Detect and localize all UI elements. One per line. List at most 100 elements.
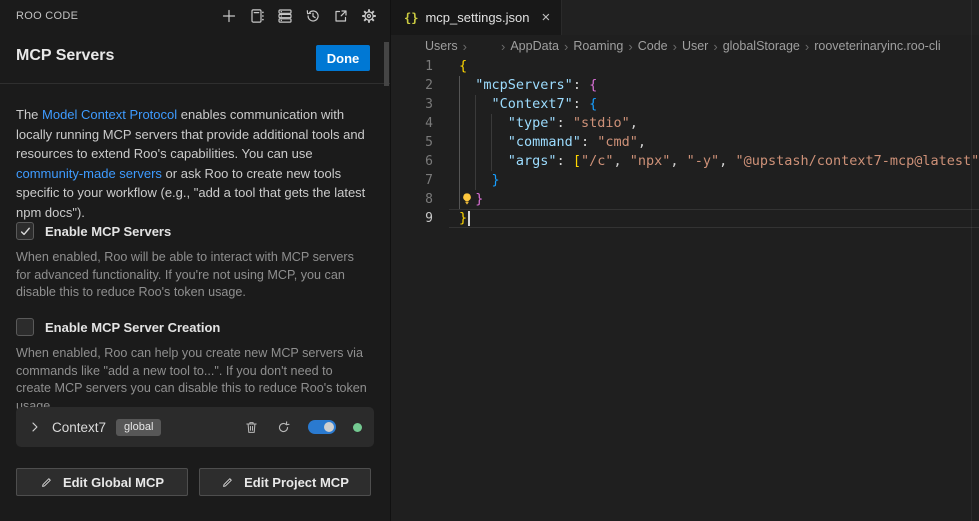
line-number: 3: [391, 95, 433, 114]
line-number: 7: [391, 171, 433, 190]
server-row-actions: [244, 420, 362, 435]
editor-tab-bar: {} mcp_settings.json ×: [391, 0, 979, 35]
edit-global-mcp-button[interactable]: Edit Global MCP: [16, 468, 188, 496]
pencil-icon: [221, 476, 234, 489]
editor-scrollbar-track[interactable]: [971, 0, 972, 521]
code-token: [459, 172, 492, 188]
json-file-icon: {}: [404, 11, 418, 25]
line-number: 5: [391, 133, 433, 152]
tab-filename: mcp_settings.json: [425, 10, 529, 25]
tab-close-icon[interactable]: ×: [542, 10, 551, 25]
enable-mcp-servers-setting[interactable]: Enable MCP Servers: [16, 222, 171, 240]
code-line: 1{: [391, 57, 979, 76]
popout-icon[interactable]: [332, 7, 350, 25]
code-token: "-y": [687, 153, 720, 169]
line-number: 2: [391, 76, 433, 95]
editor-pane: {} mcp_settings.json × Users › › AppData › Ro…: [391, 0, 979, 521]
community-made-servers-link[interactable]: community-made servers: [16, 166, 162, 181]
server-status-dot: [353, 423, 362, 432]
footer-buttons: Edit Global MCP Edit Project MCP: [16, 468, 371, 496]
breadcrumb-chevron-icon: ›: [628, 39, 632, 54]
code-token: [459, 115, 508, 131]
enable-mcp-servers-checkbox[interactable]: [16, 222, 34, 240]
breadcrumb-item[interactable]: Code: [638, 39, 668, 53]
settings-gear-icon[interactable]: [360, 7, 378, 25]
code-line-content: "command": "cmd",: [459, 133, 646, 152]
code-token: "/c": [581, 153, 614, 169]
code-line: 9}: [391, 209, 979, 228]
code-line: 7 }: [391, 171, 979, 190]
panel-scrollbar-thumb[interactable]: [384, 42, 389, 86]
trash-icon[interactable]: [244, 420, 259, 435]
code-token: [: [573, 153, 581, 169]
panel-toolbar: [220, 7, 378, 25]
plus-icon[interactable]: [220, 7, 238, 25]
edit-project-mcp-button[interactable]: Edit Project MCP: [199, 468, 371, 496]
code-token: {: [589, 96, 597, 112]
code-token: :: [557, 115, 573, 131]
code-line-content: }: [459, 209, 467, 228]
code-editor[interactable]: 1{2 "mcpServers": {3 "Context7": {4 "typ…: [391, 57, 979, 521]
mcp-server-icon[interactable]: [276, 7, 294, 25]
code-token: "@upstash/context7-mcp@latest": [735, 153, 979, 169]
code-token: }: [492, 172, 500, 188]
server-enabled-toggle[interactable]: [308, 420, 336, 434]
enable-mcp-server-creation-setting[interactable]: Enable MCP Server Creation: [16, 318, 220, 336]
code-token: "command": [508, 134, 581, 150]
breadcrumb: Users››AppData›Roaming›Code›User›globalS…: [391, 35, 979, 57]
code-line-content: "mcpServers": {: [459, 76, 597, 95]
code-token: [459, 153, 508, 169]
code-token: "mcpServers": [475, 77, 573, 93]
enable-mcp-servers-label: Enable MCP Servers: [45, 224, 171, 239]
check-icon: [19, 225, 32, 238]
code-token: "type": [508, 115, 557, 131]
breadcrumb-item[interactable]: Roaming: [573, 39, 623, 53]
code-token: "Context7": [492, 96, 573, 112]
breadcrumb-item[interactable]: Users: [425, 39, 458, 53]
code-token: :: [573, 77, 589, 93]
page-title: MCP Servers: [16, 47, 114, 65]
breadcrumb-item[interactable]: User: [682, 39, 708, 53]
code-token: "args": [508, 153, 557, 169]
code-line: 4 "type": "stdio",: [391, 114, 979, 133]
code-line-content: "args": ["/c", "npx", "-y", "@upstash/co…: [459, 152, 979, 171]
code-line-content: "type": "stdio",: [459, 114, 638, 133]
breadcrumb-item[interactable]: AppData: [510, 39, 559, 53]
breadcrumb-item[interactable]: globalStorage: [723, 39, 800, 53]
breadcrumb-chevron-icon: ›: [805, 39, 809, 54]
server-name: Context7: [52, 420, 106, 435]
model-context-protocol-link[interactable]: Model Context Protocol: [42, 107, 177, 122]
code-token: "cmd": [597, 134, 638, 150]
done-button[interactable]: Done: [316, 45, 370, 71]
code-token: ,: [670, 153, 686, 169]
enable-mcp-server-creation-label: Enable MCP Server Creation: [45, 320, 220, 335]
code-line: 5 "command": "cmd",: [391, 133, 979, 152]
code-token: [459, 77, 475, 93]
code-line-content: {: [459, 57, 467, 76]
code-token: :: [557, 153, 573, 169]
tab-mcp-settings-json[interactable]: {} mcp_settings.json ×: [391, 0, 562, 35]
roo-code-sidebar-panel: ROO CODE MCP Servers Done The Model Cont…: [0, 0, 390, 521]
lightbulb-icon[interactable]: [460, 192, 474, 206]
toggle-knob: [324, 422, 334, 432]
breadcrumb-chevron-icon: ›: [564, 39, 568, 54]
intro-text: The: [16, 107, 42, 122]
code-token: "stdio": [573, 115, 630, 131]
server-row-context7[interactable]: Context7 global: [16, 407, 374, 447]
edit-global-mcp-label: Edit Global MCP: [63, 475, 164, 490]
restart-icon[interactable]: [276, 420, 291, 435]
notebook-icon[interactable]: [248, 7, 266, 25]
server-scope-badge: global: [116, 419, 161, 436]
breadcrumb-chevron-icon: ›: [501, 39, 505, 54]
breadcrumb-item[interactable]: rooveterinaryinc.roo-cli: [814, 39, 940, 53]
code-token: }: [459, 210, 467, 226]
line-number: 6: [391, 152, 433, 171]
history-icon[interactable]: [304, 7, 322, 25]
enable-mcp-server-creation-checkbox[interactable]: [16, 318, 34, 336]
chevron-right-icon[interactable]: [28, 420, 42, 434]
line-number: 9: [391, 209, 433, 228]
code-line-content: }: [459, 171, 500, 190]
code-token: ,: [719, 153, 735, 169]
code-line: 2 "mcpServers": {: [391, 76, 979, 95]
pencil-icon: [40, 476, 53, 489]
